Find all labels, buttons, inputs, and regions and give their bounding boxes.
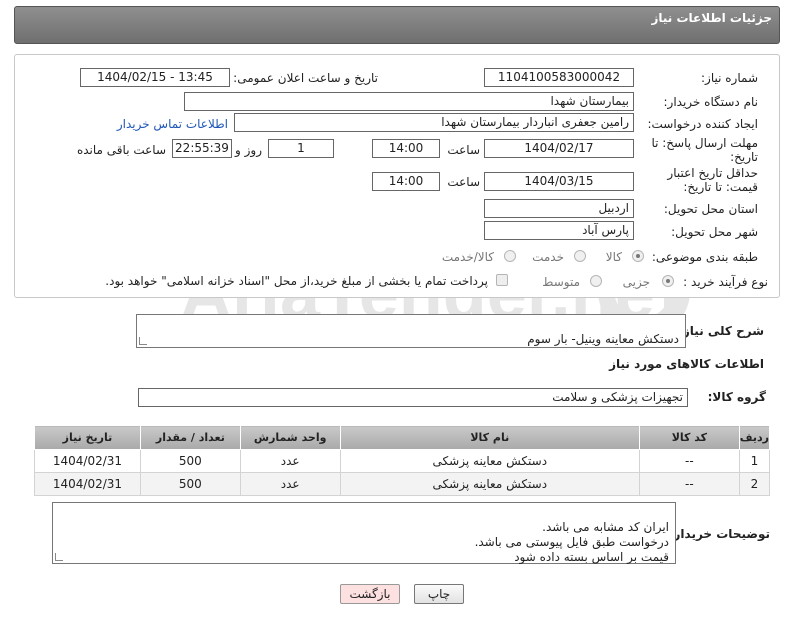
city-label: شهر محل تحویل: [671,225,758,239]
buyer-notes-text: ایران کد مشابه می باشد. درخواست طبق فایل… [474,520,669,564]
col-header-row: ردیف [738,425,771,450]
cell-code: -- [638,472,740,496]
category-radio-both[interactable] [504,250,516,262]
buyer-notes-field[interactable]: ایران کد مشابه می باشد. درخواست طبق فایل… [52,502,676,564]
goods-group-field: تجهیزات پزشکی و سلامت [138,388,688,407]
reply-time-field: 14:00 [372,139,440,158]
cell-date: 1404/02/31 [34,449,141,473]
table-row: 2 -- دستکش معاینه پزشکی عدد 500 1404/02/… [34,472,771,496]
cell-row: 2 [738,472,771,496]
cell-date: 1404/02/31 [34,472,141,496]
back-button[interactable]: بازگشت [340,584,400,604]
cell-name: دستکش معاینه پزشکی [339,472,640,496]
category-label: طبقه بندی موضوعی: [651,250,758,264]
buyer-notes-label: توضیحات خریدار: [668,527,770,541]
province-label: استان محل تحویل: [663,202,758,216]
goods-section-title: اطلاعات کالاهای مورد نیاز [609,357,764,371]
description-field[interactable]: دستکش معاینه وینیل- بار سوم [136,314,686,348]
remaining-time-label: ساعت باقی مانده [76,143,166,157]
price-date-field: 1404/03/15 [484,172,634,191]
col-header-qty: تعداد / مقدار [139,425,241,450]
category-option-both: کالا/خدمت [441,250,494,264]
province-field: اردبیل [484,199,634,218]
announce-label: تاریخ و ساعت اعلان عمومی: [233,71,378,85]
resize-handle-icon[interactable] [139,337,147,345]
remaining-time-field: 22:55:39 [172,139,232,158]
category-option-service: خدمت [532,250,564,264]
table-row: 1 -- دستکش معاینه پزشکی عدد 500 1404/02/… [34,449,771,473]
page-title: جزئیات اطلاعات نیاز [651,11,772,25]
days-field: 1 [268,139,334,158]
cell-qty: 500 [139,449,241,473]
reply-deadline-label: مهلت ارسال پاسخ: تا تاریخ: [651,136,758,164]
contact-info-link[interactable]: اطلاعات تماس خریدار [117,117,228,131]
cell-name: دستکش معاینه پزشکی [339,449,640,473]
description-text: دستکش معاینه وینیل- بار سوم [527,332,679,346]
category-radio-goods[interactable] [632,250,644,262]
description-label: شرح کلی نیاز: [678,324,764,338]
goods-table: ردیف کد کالا نام کالا واحد شمارش تعداد /… [34,425,771,496]
cell-unit: عدد [239,449,341,473]
col-header-date: تاریخ نیاز [34,425,141,450]
process-option-minor: جزیی [622,275,650,289]
buyer-org-label: نام دستگاه خریدار: [663,95,759,109]
need-number-field: 1104100583000042 [484,68,634,87]
payment-note: پرداخت تمام یا بخشی از مبلغ خرید،از محل … [105,274,488,288]
cell-qty: 500 [139,472,241,496]
col-header-code: کد کالا [638,425,740,450]
col-header-name: نام کالا [339,425,640,450]
reply-time-label: ساعت [447,143,480,157]
need-number-label: شماره نیاز: [701,71,758,85]
category-radio-service[interactable] [574,250,586,262]
reply-date-field: 1404/02/17 [484,139,634,158]
price-time-field: 14:00 [372,172,440,191]
resize-handle-icon[interactable] [55,553,63,561]
buyer-org-field: بیمارستان شهدا [184,92,634,111]
price-validity-label: حداقل تاریخ اعتبار قیمت: تا تاریخ: [667,166,758,194]
goods-group-label: گروه کالا: [707,390,766,404]
creator-label: ایجاد کننده درخواست: [647,117,758,131]
price-time-label: ساعت [447,175,480,189]
creator-field: رامین جعفری انباردار بیمارستان شهدا [234,113,634,132]
process-option-medium: متوسط [542,275,580,289]
days-label: روز و [235,143,262,157]
process-radio-minor[interactable] [662,275,674,287]
city-field: پارس آباد [484,221,634,240]
print-button[interactable]: چاپ [414,584,464,604]
cell-code: -- [638,449,740,473]
cell-row: 1 [738,449,771,473]
table-header-row: ردیف کد کالا نام کالا واحد شمارش تعداد /… [34,425,771,450]
process-label: نوع فرآیند خرید : [683,275,768,289]
treasury-payment-checkbox[interactable] [496,274,508,286]
process-radio-medium[interactable] [590,275,602,287]
col-header-unit: واحد شمارش [239,425,341,450]
cell-unit: عدد [239,472,341,496]
announce-field: 1404/02/15 - 13:45 [80,68,230,87]
category-option-goods: کالا [605,250,622,264]
